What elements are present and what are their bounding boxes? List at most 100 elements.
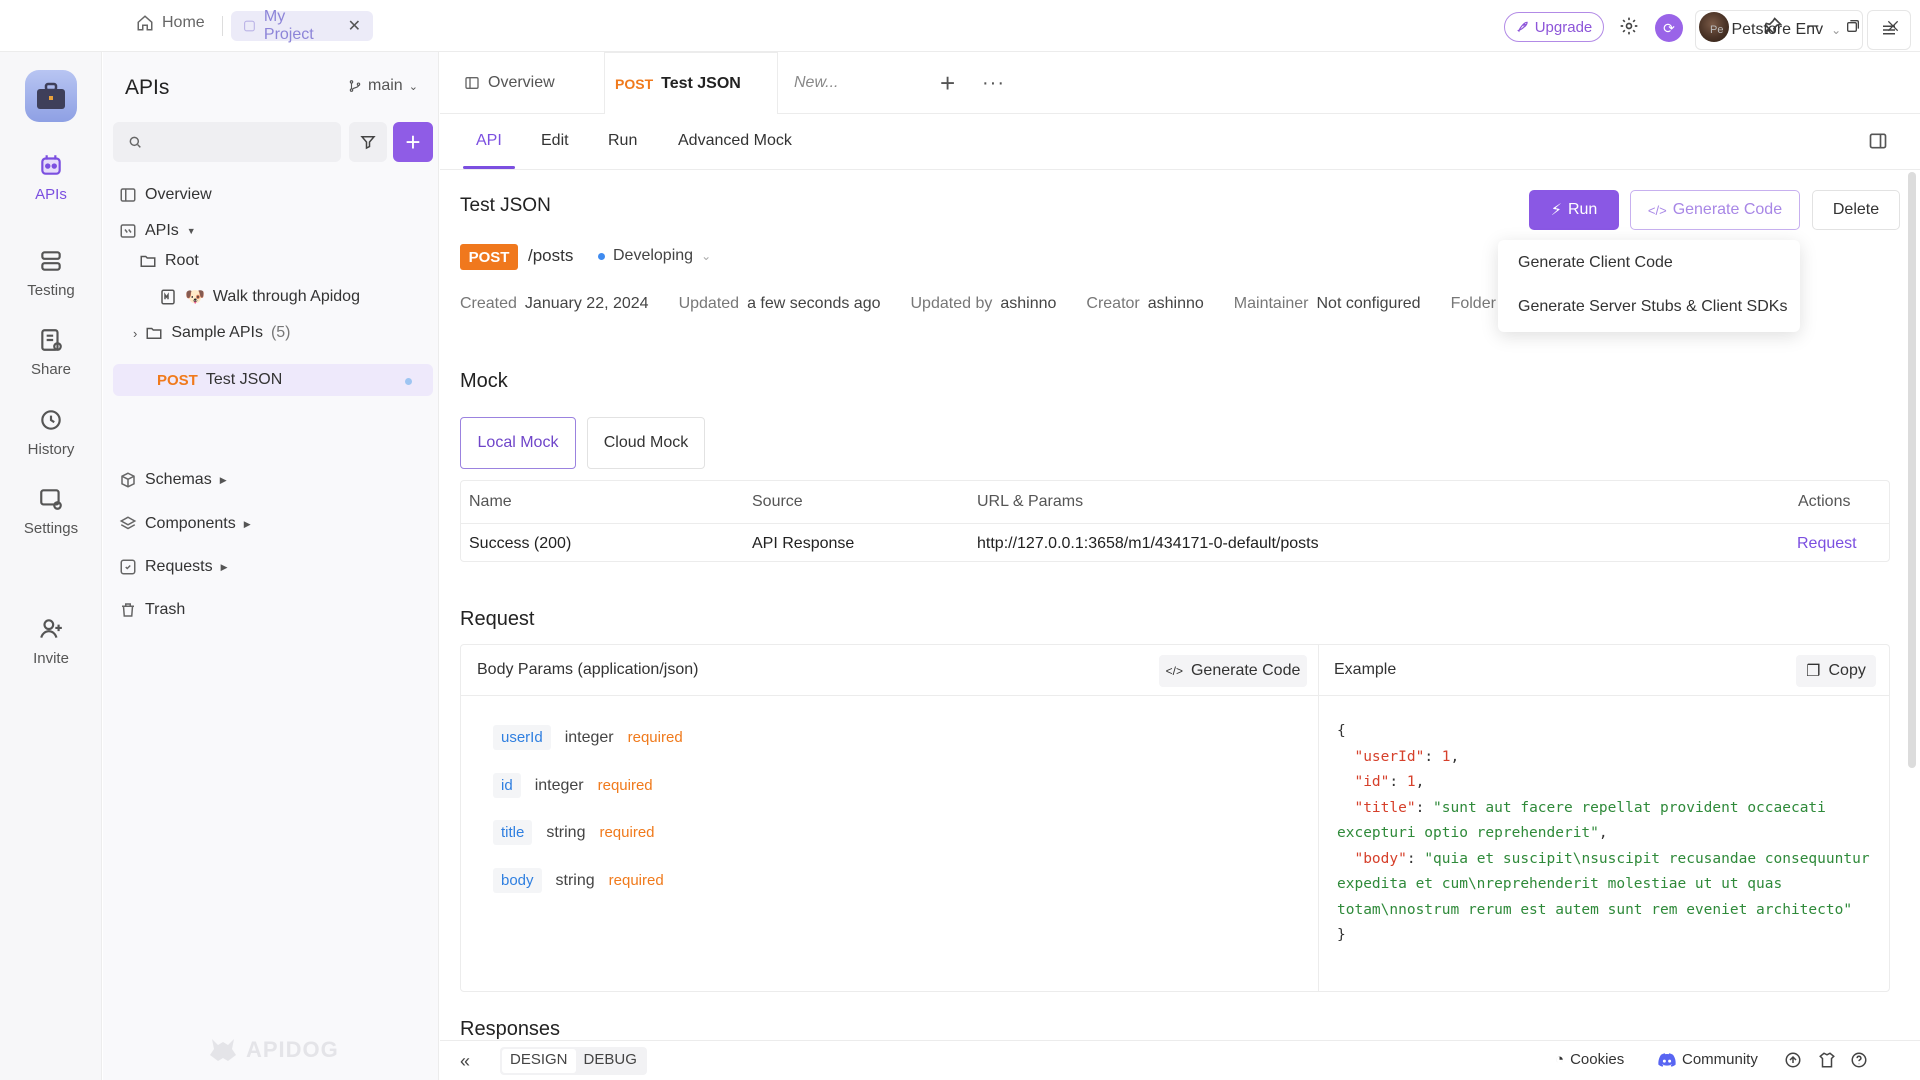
project-icon <box>244 20 255 32</box>
cube-icon <box>121 472 135 488</box>
shirt-icon[interactable] <box>1818 1051 1838 1071</box>
caret-right-icon: ▶ <box>243 518 251 529</box>
cookies-button[interactable]: ◔ Cookies <box>1555 1051 1624 1068</box>
dog-emoji-icon: 🐶 <box>185 289 205 306</box>
search-icon <box>129 136 141 148</box>
tab-test-json[interactable]: POST Test JSON <box>604 52 778 114</box>
home-tab[interactable]: Home <box>136 14 205 32</box>
column-header: Name <box>469 493 512 510</box>
app-logo[interactable] <box>25 70 77 122</box>
sidebar-item-components[interactable]: Components ▶ <box>119 511 251 537</box>
generate-code-small-button[interactable]: </> Generate Code <box>1159 655 1307 687</box>
mode-switch: DESIGN DEBUG <box>500 1047 647 1075</box>
document-tabs: Overview POST Test JSON New... + ··· <box>440 52 1920 114</box>
rail-item-share[interactable]: Share <box>0 327 102 378</box>
debug-mode-button[interactable]: DEBUG <box>576 1049 645 1073</box>
chevron-down-icon: ⌄ <box>1831 23 1842 37</box>
home-icon <box>137 15 153 31</box>
copy-button[interactable]: ❐ Copy <box>1796 655 1876 687</box>
endpoint-subtabs: API Edit Run Advanced Mock <box>440 114 1920 170</box>
menu-item-generate-server-stubs[interactable]: Generate Server Stubs & Client SDKs <box>1518 298 1787 316</box>
request-link[interactable]: Request <box>1797 535 1857 553</box>
add-tab-button[interactable]: + <box>930 52 965 114</box>
lightning-icon: ⚡ <box>1550 202 1562 219</box>
mock-url[interactable]: http://127.0.0.1:3658/m1/434171-0-defaul… <box>977 535 1319 553</box>
sidebar-item-requests[interactable]: Requests ▶ <box>119 554 228 580</box>
tab-overview[interactable]: Overview <box>454 52 565 114</box>
rail-item-settings[interactable]: Settings <box>0 486 102 537</box>
tab-local-mock[interactable]: Local Mock <box>460 417 576 469</box>
rail-item-invite[interactable]: Invite <box>0 616 102 667</box>
json-example: { "userId": 1, "id": 1, "title": "sunt a… <box>1337 723 1879 943</box>
sidebar-item-root[interactable]: Root <box>139 248 199 274</box>
menu-item-generate-client-code[interactable]: Generate Client Code <box>1518 254 1673 272</box>
delete-label: Delete <box>1832 201 1880 218</box>
endpoint-title: Test JSON <box>460 195 551 216</box>
rocket-icon <box>1516 21 1528 33</box>
tab-cloud-mock[interactable]: Cloud Mock <box>587 417 705 469</box>
method-tag: POST <box>157 371 198 389</box>
tab-new[interactable]: New... <box>784 52 848 114</box>
rail-item-apis[interactable]: APIs <box>0 152 102 203</box>
tab-advanced-mock[interactable]: Advanced Mock <box>678 132 792 150</box>
rail-item-history[interactable]: History <box>0 407 102 458</box>
run-button[interactable]: ⚡ Run <box>1529 190 1619 230</box>
project-tab[interactable]: My Project ✕ <box>231 8 373 43</box>
env-abbr: Pe <box>1710 24 1724 36</box>
scrollbar[interactable] <box>1908 172 1916 768</box>
sidebar-item-schemas-link[interactable]: Schemas ▶ <box>119 467 227 493</box>
filter-button[interactable] <box>349 122 387 162</box>
sidebar-item-overview[interactable]: Overview <box>119 182 212 208</box>
sync-status[interactable]: ⟳ <box>1655 14 1683 42</box>
mock-source: API Response <box>752 535 855 552</box>
branch-select[interactable]: main ⌄ <box>348 77 418 95</box>
collapse-sidebar-icon[interactable]: « <box>460 1051 470 1072</box>
delete-button[interactable]: Delete <box>1812 190 1900 230</box>
column-header: Source <box>752 493 803 510</box>
sidebar-item-trash[interactable]: Trash <box>119 597 185 623</box>
generate-code-button[interactable]: </> Generate Code <box>1630 190 1800 230</box>
upgrade-label: Upgrade <box>1534 18 1593 36</box>
copy-icon: ❐ <box>1806 663 1821 680</box>
meta-creator: Creator ashinno <box>1086 295 1204 312</box>
sync-icon: ⟳ <box>1655 14 1683 42</box>
community-button[interactable]: Community <box>1658 1051 1758 1068</box>
sidebar-item-test-json[interactable]: POST Test JSON <box>157 367 282 393</box>
upgrade-button[interactable]: Upgrade <box>1504 12 1604 42</box>
caret-right-icon: ▶ <box>220 561 228 572</box>
param-required: required <box>627 729 683 746</box>
sidebar-item-label: Components <box>145 515 236 532</box>
param-type: string <box>546 823 586 841</box>
markdown-icon <box>161 289 175 305</box>
project-label: My Project <box>263 8 314 43</box>
sidebar-item-apis[interactable]: APIs ▼ <box>119 218 196 244</box>
rail-item-testing[interactable]: Testing <box>0 248 102 299</box>
status-label: Developing <box>613 247 694 264</box>
tab-label: New... <box>794 74 839 91</box>
tab-edit[interactable]: Edit <box>541 132 569 150</box>
testing-icon <box>41 251 61 271</box>
sidebar-item-sample-apis[interactable]: › Sample APIs (5) <box>133 320 291 346</box>
hamburger-menu-button[interactable] <box>1867 10 1911 50</box>
search-input[interactable] <box>151 133 331 151</box>
filter-icon <box>360 136 376 150</box>
gear-icon[interactable] <box>1617 14 1641 38</box>
upload-icon[interactable] <box>1784 1051 1804 1071</box>
tab-api[interactable]: API <box>476 132 502 150</box>
endpoint-path: /posts <box>528 246 574 265</box>
tab-run[interactable]: Run <box>608 132 637 150</box>
rail-label: Settings <box>23 520 79 537</box>
search-box[interactable] <box>113 122 341 162</box>
design-mode-button[interactable]: DESIGN <box>502 1049 576 1073</box>
panel-toggle-icon[interactable] <box>1868 131 1890 153</box>
param-required: required <box>608 872 664 889</box>
close-icon[interactable]: ✕ <box>348 16 361 36</box>
sidebar-item-walkthrough[interactable]: 🐶 Walk through Apidog <box>159 284 360 310</box>
help-icon[interactable] <box>1850 1051 1870 1071</box>
status-select[interactable]: Developing ⌄ <box>598 247 711 265</box>
param-row: id integer required <box>493 773 653 798</box>
more-tabs-button[interactable]: ··· <box>972 52 1015 114</box>
request-heading: Request <box>460 608 535 630</box>
add-button[interactable]: + <box>393 122 433 162</box>
environment-select[interactable]: Pe Petstore Env ⌄ <box>1695 10 1863 50</box>
